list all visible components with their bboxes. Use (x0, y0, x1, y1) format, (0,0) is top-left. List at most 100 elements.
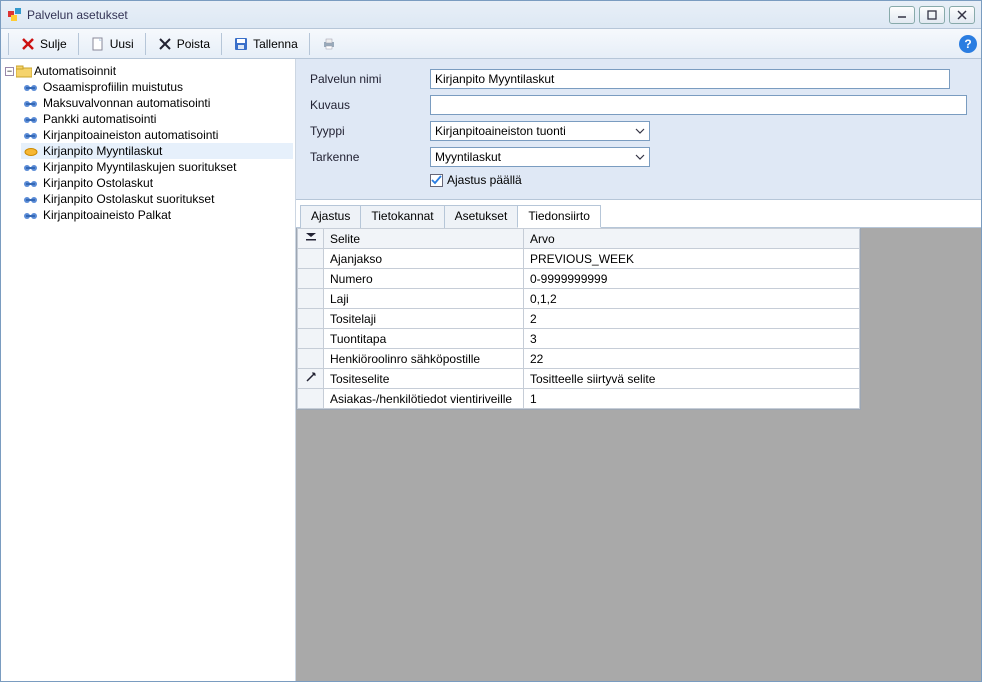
row-header[interactable] (298, 269, 324, 289)
row-header[interactable] (298, 329, 324, 349)
desc-label: Kuvaus (310, 98, 430, 112)
table-row[interactable]: AjanjaksoPREVIOUS_WEEK (298, 249, 860, 269)
cell-selite[interactable]: Ajanjakso (324, 249, 524, 269)
maximize-button[interactable] (919, 6, 945, 24)
cell-arvo[interactable]: Tositteelle siirtyvä selite (524, 369, 860, 389)
table-row[interactable]: Tuontitapa3 (298, 329, 860, 349)
cell-selite[interactable]: Numero (324, 269, 524, 289)
minimize-button[interactable] (889, 6, 915, 24)
cell-arvo[interactable]: 1 (524, 389, 860, 409)
new-button[interactable]: Uusi (84, 34, 140, 54)
type-value: Kirjanpitoaineiston tuonti (435, 124, 566, 138)
automation-icon (23, 178, 39, 188)
column-header-selite[interactable]: Selite (324, 229, 524, 249)
delete-button[interactable]: Poista (151, 34, 216, 54)
tree-item[interactable]: Kirjanpitoaineisto Palkat (21, 207, 293, 223)
table-row[interactable]: Henkiöroolinro sähköpostille22 (298, 349, 860, 369)
tree-expander-icon[interactable]: − (5, 67, 14, 76)
tree-item-label: Kirjanpito Myyntilaskujen suoritukset (43, 160, 236, 174)
cell-selite[interactable]: Tositelaji (324, 309, 524, 329)
tab[interactable]: Ajastus (300, 205, 361, 228)
cell-selite[interactable]: Laji (324, 289, 524, 309)
save-button[interactable]: Tallenna (227, 34, 304, 54)
chevron-down-icon (635, 125, 645, 139)
tree-item-label: Kirjanpito Ostolaskut suoritukset (43, 192, 214, 206)
data-grid[interactable]: Selite Arvo AjanjaksoPREVIOUS_WEEKNumero… (296, 228, 861, 410)
tree-item-label: Kirjanpitoaineiston automatisointi (43, 128, 218, 142)
table-row[interactable]: Numero0-9999999999 (298, 269, 860, 289)
name-label: Palvelun nimi (310, 72, 430, 86)
type-select[interactable]: Kirjanpitoaineiston tuonti (430, 121, 650, 141)
desc-input[interactable] (430, 95, 967, 115)
tree-item[interactable]: Kirjanpito Myyntilaskut (21, 143, 293, 159)
tree-item-label: Osaamisprofiilin muistutus (43, 80, 183, 94)
row-header[interactable] (298, 249, 324, 269)
tree-panel: − Automatisoinnit Osaamisprofiilin muist… (1, 59, 296, 681)
automation-icon (23, 162, 39, 172)
app-window: Palvelun asetukset Sulje Uusi Poista Tal… (0, 0, 982, 682)
name-input[interactable] (430, 69, 950, 89)
automation-icon (23, 194, 39, 204)
row-header[interactable] (298, 309, 324, 329)
row-header[interactable] (298, 389, 324, 409)
cell-selite[interactable]: Asiakas-/henkilötiedot vientiriveille (324, 389, 524, 409)
cell-arvo[interactable]: 3 (524, 329, 860, 349)
chevron-down-icon (635, 151, 645, 165)
tab[interactable]: Tiedonsiirto (517, 205, 601, 228)
delete-icon (157, 36, 173, 52)
tabs-area: AjastusTietokannatAsetuksetTiedonsiirto (296, 200, 981, 228)
column-header-arvo[interactable]: Arvo (524, 229, 860, 249)
cell-arvo[interactable]: 0,1,2 (524, 289, 860, 309)
help-button[interactable]: ? (959, 35, 977, 53)
close-icon (20, 36, 36, 52)
cell-selite[interactable]: Tositeselite (324, 369, 524, 389)
body-area: − Automatisoinnit Osaamisprofiilin muist… (1, 59, 981, 681)
table-row[interactable]: Laji0,1,2 (298, 289, 860, 309)
new-document-icon (90, 36, 106, 52)
scheduler-checkbox[interactable] (430, 174, 443, 187)
close-button[interactable]: Sulje (14, 34, 73, 54)
scheduler-label: Ajastus päällä (447, 173, 522, 187)
table-row[interactable]: Tositelaji2 (298, 309, 860, 329)
table-row[interactable]: TositeseliteTositteelle siirtyvä selite (298, 369, 860, 389)
cell-arvo[interactable]: PREVIOUS_WEEK (524, 249, 860, 269)
tree-item-label: Kirjanpito Myyntilaskut (43, 144, 162, 158)
tree-item[interactable]: Kirjanpitoaineiston automatisointi (21, 127, 293, 143)
new-label: Uusi (110, 37, 134, 51)
table-row[interactable]: Asiakas-/henkilötiedot vientiriveille1 (298, 389, 860, 409)
sub-select[interactable]: Myyntilaskut (430, 147, 650, 167)
toolbar: Sulje Uusi Poista Tallenna ? (1, 29, 981, 59)
automation-icon (23, 82, 39, 92)
sub-label: Tarkenne (310, 150, 430, 164)
grid-corner[interactable] (298, 229, 324, 249)
tree-item[interactable]: Kirjanpito Ostolaskut suoritukset (21, 191, 293, 207)
row-header[interactable] (298, 349, 324, 369)
tree-item[interactable]: Maksuvalvonnan automatisointi (21, 95, 293, 111)
close-window-button[interactable] (949, 6, 975, 24)
row-header[interactable] (298, 289, 324, 309)
cell-arvo[interactable]: 0-9999999999 (524, 269, 860, 289)
tree-item-label: Pankki automatisointi (43, 112, 156, 126)
cell-selite[interactable]: Henkiöroolinro sähköpostille (324, 349, 524, 369)
row-header[interactable] (298, 369, 324, 389)
cell-arvo[interactable]: 22 (524, 349, 860, 369)
print-icon (321, 36, 337, 52)
tree-item[interactable]: Pankki automatisointi (21, 111, 293, 127)
automation-icon (23, 130, 39, 140)
type-label: Tyyppi (310, 124, 430, 138)
tab[interactable]: Tietokannat (360, 205, 444, 228)
tab[interactable]: Asetukset (444, 205, 519, 228)
cell-arvo[interactable]: 2 (524, 309, 860, 329)
tree-root[interactable]: − Automatisoinnit (3, 63, 293, 79)
titlebar: Palvelun asetukset (1, 1, 981, 29)
tree-item-label: Kirjanpito Ostolaskut (43, 176, 153, 190)
tree-item[interactable]: Kirjanpito Myyntilaskujen suoritukset (21, 159, 293, 175)
right-panel: Palvelun nimi Kuvaus Tyyppi Kirjanpitoai… (296, 59, 981, 681)
automation-icon (23, 98, 39, 108)
save-icon (233, 36, 249, 52)
cell-selite[interactable]: Tuontitapa (324, 329, 524, 349)
tree-item[interactable]: Kirjanpito Ostolaskut (21, 175, 293, 191)
close-label: Sulje (40, 37, 67, 51)
print-button[interactable] (315, 34, 343, 54)
tree-item[interactable]: Osaamisprofiilin muistutus (21, 79, 293, 95)
